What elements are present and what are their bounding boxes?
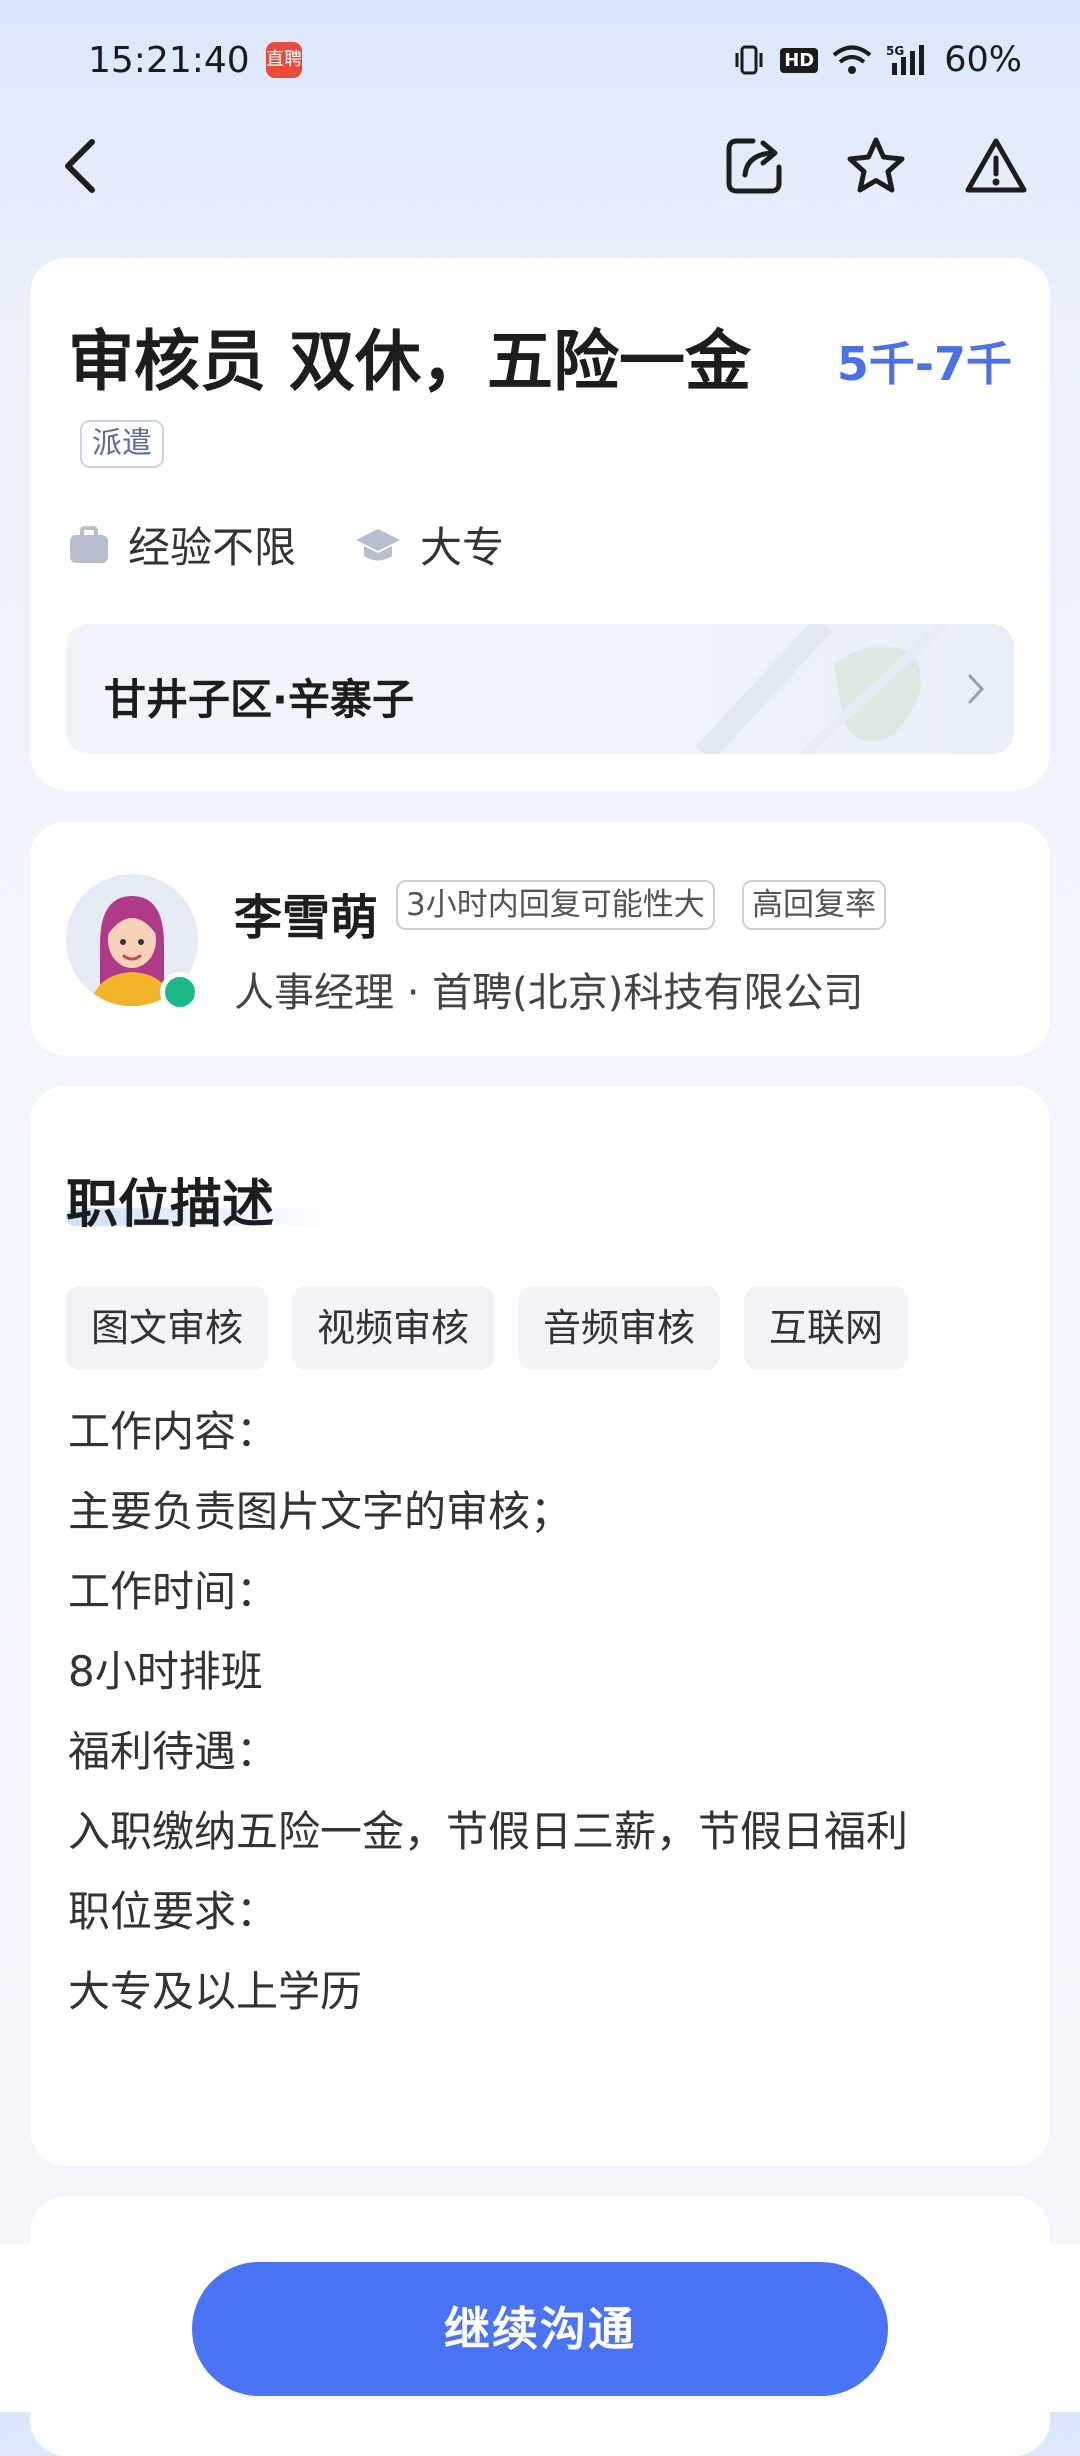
reply-rate-tag: 高回复率 <box>742 880 886 930</box>
description-line: 入职缴纳五险一金，节假日三薪，节假日福利 <box>68 1807 909 1856</box>
job-description-card: 职位描述 图文审核 视频审核 音频审核 互联网 工作内容： 主要负责图片文字的审… <box>30 1086 1050 2166</box>
skill-tag: 图文审核 <box>66 1286 269 1370</box>
job-title: 审核员 双休，五险一金派遣 <box>68 320 768 488</box>
favorite-button[interactable] <box>838 128 914 204</box>
description-line: 工作内容： <box>68 1407 279 1456</box>
skill-tags: 图文审核 视频审核 音频审核 互联网 <box>66 1286 909 1370</box>
vibrate-icon <box>735 45 763 75</box>
battery-level: 60% <box>944 40 1022 80</box>
skill-tag: 音频审核 <box>518 1286 721 1370</box>
back-button[interactable] <box>42 128 118 204</box>
description-line: 8小时排班 <box>68 1647 263 1696</box>
wifi-icon <box>832 45 872 74</box>
share-icon <box>726 138 782 194</box>
description-line: 主要负责图片文字的审核； <box>68 1487 573 1536</box>
online-status-dot <box>160 972 200 1012</box>
education-text: 大专 <box>420 523 505 572</box>
status-bar: 15:21:40 直聘 HD 5G 60% <box>0 0 1080 120</box>
reply-likelihood-tag: 3小时内回复可能性大 <box>396 880 715 930</box>
star-icon <box>847 137 905 193</box>
hd-icon: HD <box>780 47 819 73</box>
svg-text:5G: 5G <box>886 44 904 58</box>
skill-tag: 互联网 <box>744 1286 909 1370</box>
section-title: 职位描述 <box>66 1175 275 1235</box>
warning-icon <box>965 138 1027 193</box>
status-time: 15:21:40 <box>88 40 250 81</box>
location-row[interactable]: 甘井子区·辛寨子 <box>66 624 1014 754</box>
salary: 5千-7千 <box>836 337 1012 391</box>
education-requirement: 大专 <box>354 514 504 575</box>
continue-chat-button[interactable]: 继续沟通 <box>192 2262 888 2396</box>
job-title-text: 审核员 双休，五险一金 <box>68 323 751 400</box>
report-button[interactable] <box>958 128 1034 204</box>
graduation-cap-icon <box>356 528 401 560</box>
location-text: 甘井子区·辛寨子 <box>104 675 414 724</box>
recruiter-card[interactable]: 李雪萌 3小时内回复可能性大 高回复率 人事经理 · 首聘(北京)科技有限公司 <box>30 822 1050 1056</box>
experience-requirement: 经验不限 <box>68 514 296 575</box>
briefcase-icon <box>70 525 108 563</box>
top-nav <box>0 120 1080 200</box>
chevron-right-icon <box>968 674 985 704</box>
job-summary-card: 审核员 双休，五险一金派遣 5千-7千 经验不限 大专 甘井子区·辛寨子 <box>30 258 1050 790</box>
app-notification-icon: 直聘 <box>266 42 302 78</box>
dispatch-tag: 派遣 <box>80 419 164 468</box>
description-line: 福利待遇： <box>68 1727 279 1776</box>
description-line: 工作时间： <box>68 1567 279 1616</box>
signal-5g-icon: 5G <box>886 44 925 75</box>
skill-tag: 视频审核 <box>292 1286 495 1370</box>
bottom-action-bar: 继续沟通 <box>0 2244 1080 2412</box>
status-icons: HD 5G 60% <box>732 40 1022 80</box>
share-button[interactable] <box>716 128 792 204</box>
description-line: 大专及以上学历 <box>68 1967 363 2016</box>
back-arrow-icon <box>65 139 95 193</box>
job-requirements: 经验不限 大专 <box>68 514 562 575</box>
recruiter-title-company: 人事经理 · 首聘(北京)科技有限公司 <box>234 970 864 1016</box>
experience-text: 经验不限 <box>128 523 297 572</box>
description-line: 职位要求： <box>68 1887 279 1936</box>
recruiter-name: 李雪萌 <box>234 890 379 946</box>
description-body: 工作内容： 主要负责图片文字的审核； 工作时间： 8小时排班 福利待遇： 入职缴… <box>68 1392 908 2032</box>
map-thumbnail-icon <box>695 624 948 754</box>
